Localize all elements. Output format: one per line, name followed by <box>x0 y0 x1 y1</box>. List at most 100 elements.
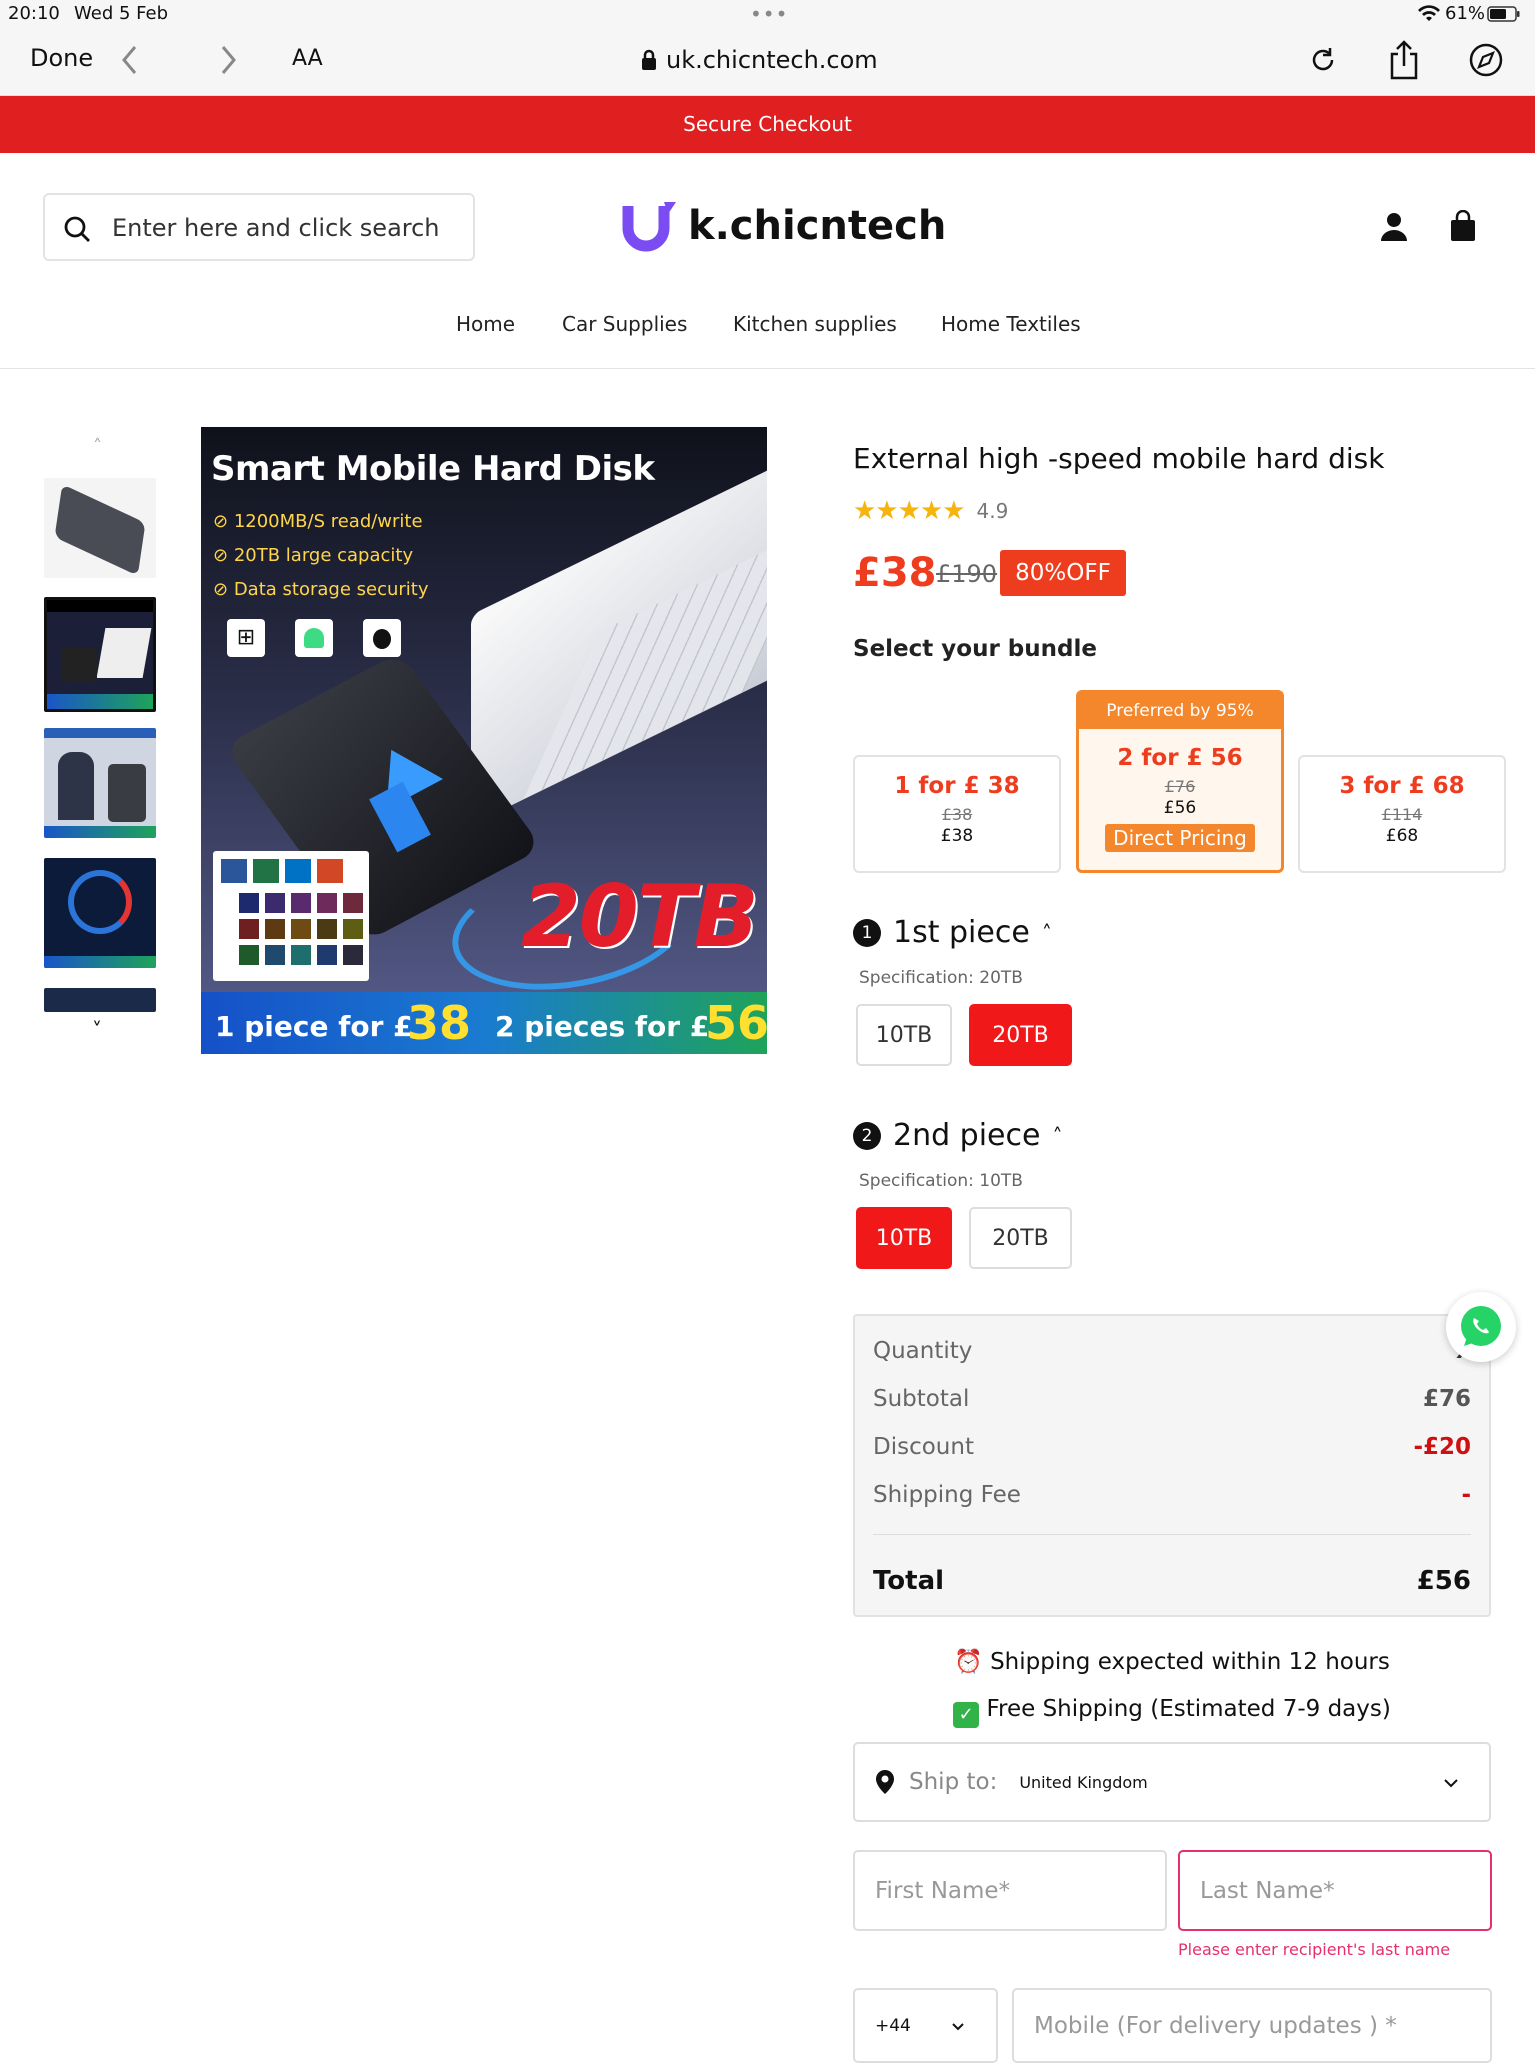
discount-label: Discount <box>873 1434 974 1460</box>
preferred-tag: Preferred by 95% <box>1079 693 1281 729</box>
search-input[interactable]: Enter here and click search <box>112 214 440 242</box>
rating-stars-icon: ★★★★★ <box>853 496 966 526</box>
whatsapp-icon <box>1461 1306 1501 1346</box>
discount-value: -£20 <box>1413 1434 1471 1460</box>
account-icon[interactable] <box>1380 212 1408 242</box>
piece-1-option-20tb[interactable]: 20TB <box>969 1004 1072 1066</box>
piece-label: 1st piece <box>893 915 1030 950</box>
free-shipping: ✓ Free Shipping (Estimated 7-9 days) <box>853 1696 1491 1728</box>
piece-1-header[interactable]: 1 1st piece ˄ <box>853 915 1052 950</box>
alarm-clock-icon: ⏰ <box>954 1649 983 1675</box>
search-box[interactable]: Enter here and click search <box>43 193 475 261</box>
text-size-button[interactable]: AA <box>292 46 323 71</box>
check-circle-icon: ⊘ <box>213 545 234 566</box>
piece-number-badge: 1 <box>853 918 881 947</box>
location-pin-icon <box>876 1770 894 1794</box>
thumbs-down-arrow-icon[interactable]: ˅ <box>92 1018 102 1042</box>
thumbnail-2-selected[interactable] <box>44 597 156 712</box>
last-name-field[interactable]: Last Name* <box>1178 1850 1492 1931</box>
status-bar: 20:10 Wed 5 Feb ••• 61% <box>0 0 1535 28</box>
total-value: £56 <box>1416 1566 1471 1596</box>
bundle-option-1[interactable]: 1 for £ 38 £38 £38 <box>853 755 1061 873</box>
ship-to-select[interactable]: Ship to: United Kingdom <box>853 1742 1491 1822</box>
cart-bag-icon[interactable] <box>1450 210 1476 242</box>
header-divider <box>0 368 1535 369</box>
share-icon[interactable] <box>1388 40 1420 80</box>
check-box-icon: ✓ <box>953 1702 980 1728</box>
logo-mark-icon <box>622 202 676 252</box>
thumbnail-1[interactable] <box>44 478 156 578</box>
chevron-down-icon <box>1444 1779 1458 1788</box>
whatsapp-button[interactable] <box>1446 1292 1516 1362</box>
piece-2-option-20tb[interactable]: 20TB <box>969 1207 1072 1269</box>
subtotal-label: Subtotal <box>873 1386 970 1412</box>
main-product-image[interactable]: Smart Mobile Hard Disk ⊘ 1200MB/S read/w… <box>201 427 767 1054</box>
thumbnail-5[interactable] <box>44 988 156 1012</box>
summary-divider <box>873 1534 1471 1535</box>
secure-checkout-banner: Secure Checkout <box>0 96 1535 153</box>
hero-title: Smart Mobile Hard Disk <box>211 449 655 489</box>
apple-icon <box>363 619 401 657</box>
forward-arrow-icon[interactable] <box>218 44 238 76</box>
discount-badge: 80%OFF <box>1000 550 1126 596</box>
piece-label: 2nd piece <box>893 1118 1041 1153</box>
search-icon[interactable] <box>63 215 91 243</box>
nav-car-supplies[interactable]: Car Supplies <box>562 312 687 336</box>
thumbs-up-arrow-icon[interactable]: ˄ <box>93 436 102 457</box>
mobile-field[interactable]: Mobile (For delivery updates ) * <box>1012 1988 1492 2063</box>
shipping-expected: ⏰ Shipping expected within 12 hours <box>954 1649 1390 1675</box>
logo-text: k.chicntech <box>688 203 947 249</box>
phone-code-select[interactable]: +44 <box>853 1988 998 2063</box>
status-time: 20:10 <box>8 3 60 24</box>
piece-2-option-10tb[interactable]: 10TB <box>856 1207 952 1269</box>
software-icons-panel <box>213 851 369 981</box>
shipping-fee-label: Shipping Fee <box>873 1482 1021 1508</box>
check-circle-icon: ⊘ <box>213 511 234 532</box>
nav-kitchen-supplies[interactable]: Kitchen supplies <box>733 312 897 336</box>
reload-icon[interactable] <box>1308 45 1338 75</box>
hero-features: ⊘ 1200MB/S read/write ⊘ 20TB large capac… <box>213 511 429 600</box>
current-price: £38 <box>853 550 937 596</box>
address-bar[interactable]: uk.chicntech.com <box>640 42 878 78</box>
wifi-icon <box>1418 5 1440 21</box>
thumbnail-3[interactable] <box>44 728 156 838</box>
url-text: uk.chicntech.com <box>666 46 878 74</box>
product-title: External high -speed mobile hard disk <box>853 442 1385 475</box>
rating: ★★★★★ 4.9 <box>853 496 1008 526</box>
multitask-dots-icon[interactable]: ••• <box>750 2 788 26</box>
promo-band: 1 piece for £ 38 2 pieces for £ 56 <box>201 992 767 1054</box>
shipping-fee-value: - <box>1461 1482 1471 1508</box>
nav-home[interactable]: Home <box>456 312 515 336</box>
check-circle-icon: ⊘ <box>213 579 234 600</box>
chevron-up-icon[interactable]: ˄ <box>1052 1124 1062 1148</box>
nav-home-textiles[interactable]: Home Textiles <box>941 312 1081 336</box>
bundle-option-2-selected[interactable]: Preferred by 95% 2 for £ 56 £76 £56 Dire… <box>1076 690 1284 873</box>
piece-1-option-10tb[interactable]: 10TB <box>856 1004 952 1066</box>
piece-1-spec: Specification: 20TB <box>859 968 1023 988</box>
battery-percent: 61% <box>1445 3 1486 24</box>
chevron-up-icon[interactable]: ˄ <box>1042 921 1052 945</box>
browser-toolbar: Done AA uk.chicntech.com <box>0 28 1535 96</box>
original-price: £190 <box>936 560 998 588</box>
last-name-error: Please enter recipient's last name <box>1178 1940 1451 1959</box>
bundle-heading: Select your bundle <box>853 636 1097 662</box>
piece-2-header[interactable]: 2 2nd piece ˄ <box>853 1118 1062 1153</box>
bundle-option-3[interactable]: 3 for £ 68 £114 £68 <box>1298 755 1506 873</box>
done-button[interactable]: Done <box>30 44 93 72</box>
back-arrow-icon[interactable] <box>120 44 140 76</box>
total-label: Total <box>873 1566 945 1596</box>
compass-icon[interactable] <box>1468 42 1504 78</box>
site-logo[interactable]: k.chicntech <box>622 198 946 254</box>
status-date: Wed 5 Feb <box>74 3 169 24</box>
piece-2-spec: Specification: 10TB <box>859 1171 1023 1191</box>
capacity-label: 20TB <box>521 867 759 967</box>
ship-to-label: Ship to: <box>909 1769 998 1795</box>
thumbnail-4[interactable] <box>44 858 156 968</box>
direct-pricing-badge: Direct Pricing <box>1105 824 1255 852</box>
battery-icon <box>1487 6 1520 22</box>
chevron-down-icon <box>952 2023 964 2031</box>
quantity-label: Quantity <box>873 1338 973 1364</box>
android-icon <box>295 619 333 657</box>
piece-number-badge: 2 <box>853 1121 881 1150</box>
first-name-field[interactable]: First Name* <box>853 1850 1167 1931</box>
